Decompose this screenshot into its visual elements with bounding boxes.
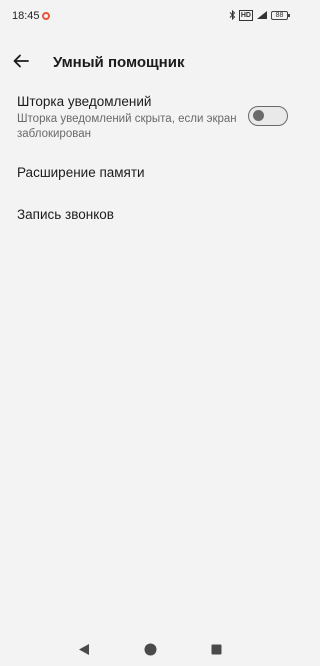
- signal-icon: [256, 10, 268, 20]
- status-time: 18:45: [12, 10, 40, 22]
- nav-bar: [0, 631, 300, 666]
- square-recents-icon: [211, 644, 221, 654]
- circle-home-icon: [144, 643, 156, 655]
- hd-icon: HD: [238, 9, 253, 21]
- bluetooth-icon: [229, 10, 236, 20]
- back-button[interactable]: [8, 48, 34, 74]
- triangle-back-icon: [79, 643, 89, 655]
- ring-icon: [42, 12, 50, 20]
- status-icons: HD 88: [229, 9, 290, 21]
- setting-subtitle: Шторка уведомлений скрыта, если экран за…: [17, 113, 237, 140]
- setting-title: Шторка уведомлений: [17, 94, 152, 109]
- app-bar: Умный помощник: [0, 44, 300, 78]
- setting-call-recording[interactable]: Запись звонков: [0, 198, 300, 232]
- screen: 18:45 HD 88 Умный помощник Шторка уведом…: [0, 0, 300, 666]
- page-title: Умный помощник: [53, 54, 185, 71]
- nav-back-button[interactable]: [74, 639, 94, 659]
- setting-notification-shade[interactable]: Шторка уведомлений Шторка уведомлений ск…: [0, 88, 300, 140]
- setting-memory-extension[interactable]: Расширение памяти: [0, 156, 300, 190]
- status-bar: 18:45 HD 88: [0, 0, 300, 32]
- toggle-knob: [253, 110, 264, 121]
- setting-title: Запись звонков: [17, 207, 114, 222]
- arrow-left-icon: [13, 54, 29, 68]
- nav-home-button[interactable]: [140, 639, 160, 659]
- setting-title: Расширение памяти: [17, 165, 145, 180]
- notification-shade-toggle[interactable]: [248, 106, 288, 126]
- battery-icon: 88: [271, 10, 290, 20]
- nav-recents-button[interactable]: [206, 639, 226, 659]
